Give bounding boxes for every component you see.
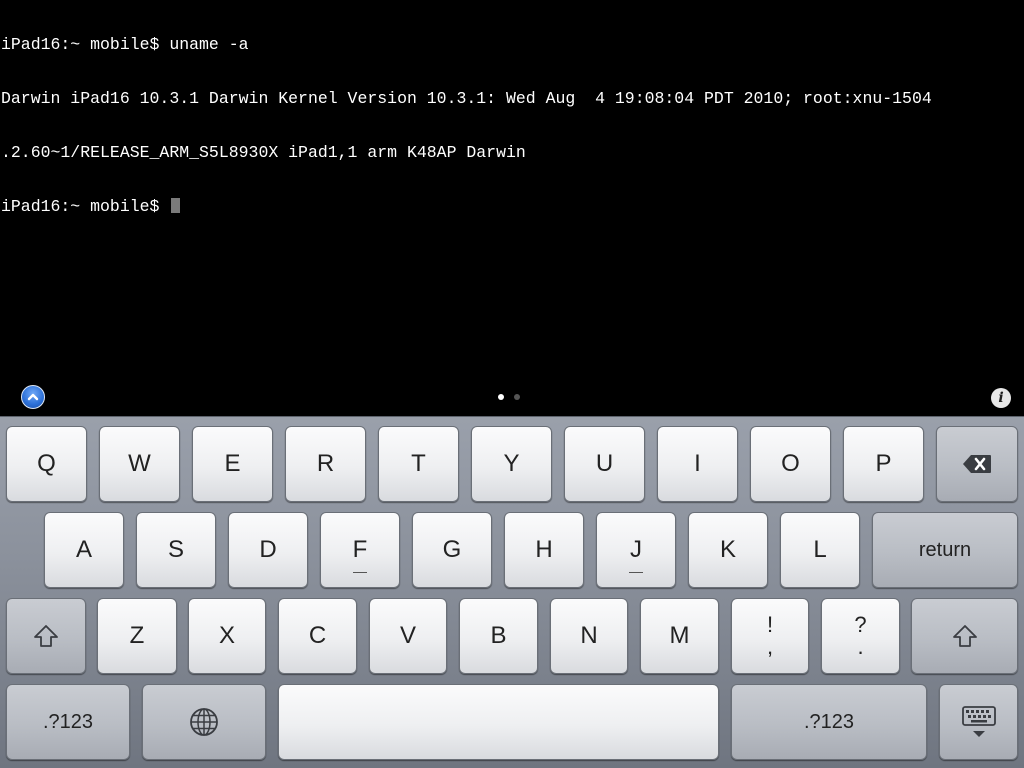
key-j[interactable]: J: [596, 512, 676, 588]
terminal-line: iPad16:~ mobile$ uname -a: [1, 35, 249, 54]
info-icon[interactable]: i: [991, 388, 1011, 408]
screen: iPad16:~ mobile$ uname -a Darwin iPad16 …: [0, 0, 1024, 768]
key-label: L: [813, 536, 827, 563]
key-label: M: [669, 622, 690, 649]
keyboard-hide-icon: [961, 706, 996, 737]
key-label: Y: [503, 450, 520, 477]
key-w[interactable]: W: [99, 426, 180, 502]
key-o[interactable]: O: [750, 426, 831, 502]
key-label-bottom: .: [857, 634, 864, 659]
key-y[interactable]: Y: [471, 426, 552, 502]
key-label: C: [308, 622, 327, 649]
accessory-bar: i: [0, 380, 1024, 416]
key-label: J: [630, 536, 642, 563]
key-b[interactable]: B: [459, 598, 538, 674]
key-g[interactable]: G: [412, 512, 492, 588]
shift-icon: [952, 625, 977, 647]
key-label: B: [490, 622, 507, 649]
key-question-period[interactable]: ? .: [821, 598, 900, 674]
key-s[interactable]: S: [136, 512, 216, 588]
key-label: P: [875, 450, 892, 477]
key-label: Q: [37, 450, 56, 477]
key-z[interactable]: Z: [97, 598, 177, 674]
info-label: i: [998, 390, 1004, 406]
key-label: U: [595, 450, 614, 477]
page-dot-active: [498, 394, 504, 400]
key-label: H: [535, 536, 553, 563]
key-k[interactable]: K: [688, 512, 768, 588]
key-label: W: [128, 450, 151, 477]
terminal-line: Darwin iPad16 10.3.1 Darwin Kernel Versi…: [1, 89, 932, 108]
key-label: .?123: [42, 710, 94, 733]
key-label: return: [918, 538, 972, 561]
key-label: E: [224, 450, 241, 477]
key-t[interactable]: T: [378, 426, 459, 502]
terminal-prompt-line: iPad16:~ mobile$: [0, 198, 1024, 216]
key-label: D: [259, 536, 277, 563]
key-label: S: [167, 536, 184, 563]
return-key[interactable]: return: [872, 512, 1018, 588]
shift-icon: [34, 625, 58, 647]
page-indicator[interactable]: [498, 394, 526, 402]
text-cursor: [171, 198, 181, 213]
space-key[interactable]: [278, 684, 719, 760]
globe-key[interactable]: [142, 684, 266, 760]
key-label: I: [694, 450, 701, 477]
key-x[interactable]: X: [188, 598, 266, 674]
key-label: .?123: [803, 710, 855, 733]
key-label-top: ?: [854, 612, 867, 637]
terminal-line: .2.60~1/RELEASE_ARM_S5L8930X iPad1,1 arm…: [1, 143, 526, 162]
key-label: Z: [129, 622, 145, 649]
key-i[interactable]: I: [657, 426, 738, 502]
terminal-output[interactable]: iPad16:~ mobile$ uname -a Darwin iPad16 …: [0, 0, 1024, 380]
key-label: R: [316, 450, 335, 477]
key-n[interactable]: N: [550, 598, 628, 674]
key-v[interactable]: V: [369, 598, 447, 674]
key-m[interactable]: M: [640, 598, 719, 674]
key-label-bottom: ,: [766, 634, 774, 659]
key-label: N: [580, 622, 598, 649]
shift-key-left[interactable]: [6, 598, 86, 674]
key-label: V: [399, 622, 416, 649]
key-e[interactable]: E: [192, 426, 273, 502]
globe-icon: [190, 708, 218, 736]
home-row-marker: [629, 572, 643, 573]
backspace-icon: [963, 455, 991, 473]
numbers-key-right[interactable]: .?123: [731, 684, 927, 760]
key-exclamation-comma[interactable]: ! ,: [731, 598, 809, 674]
key-label: X: [218, 622, 235, 649]
hide-keyboard-key[interactable]: [939, 684, 1018, 760]
key-d[interactable]: D: [228, 512, 308, 588]
key-label: G: [442, 536, 462, 563]
numbers-key-left[interactable]: .?123: [6, 684, 130, 760]
key-label: T: [411, 450, 426, 477]
key-f[interactable]: F: [320, 512, 400, 588]
key-label: F: [352, 536, 368, 563]
key-r[interactable]: R: [285, 426, 366, 502]
key-q[interactable]: Q: [6, 426, 87, 502]
page-dot: [514, 394, 520, 400]
key-label: K: [719, 536, 736, 563]
shift-key-right[interactable]: [911, 598, 1018, 674]
key-label: A: [75, 536, 92, 563]
chevron-up-icon[interactable]: [21, 385, 45, 409]
key-p[interactable]: P: [843, 426, 924, 502]
key-label: O: [781, 450, 800, 477]
delete-key[interactable]: [936, 426, 1018, 502]
key-u[interactable]: U: [564, 426, 645, 502]
terminal-prompt: iPad16:~ mobile$: [1, 197, 170, 216]
onscreen-keyboard: Q W E R T Y U I O P A S D F G H J K L re…: [0, 416, 1024, 768]
key-l[interactable]: L: [780, 512, 860, 588]
key-label-top: !: [766, 612, 774, 637]
key-c[interactable]: C: [278, 598, 357, 674]
key-a[interactable]: A: [44, 512, 124, 588]
key-h[interactable]: H: [504, 512, 584, 588]
home-row-marker: [353, 572, 367, 573]
